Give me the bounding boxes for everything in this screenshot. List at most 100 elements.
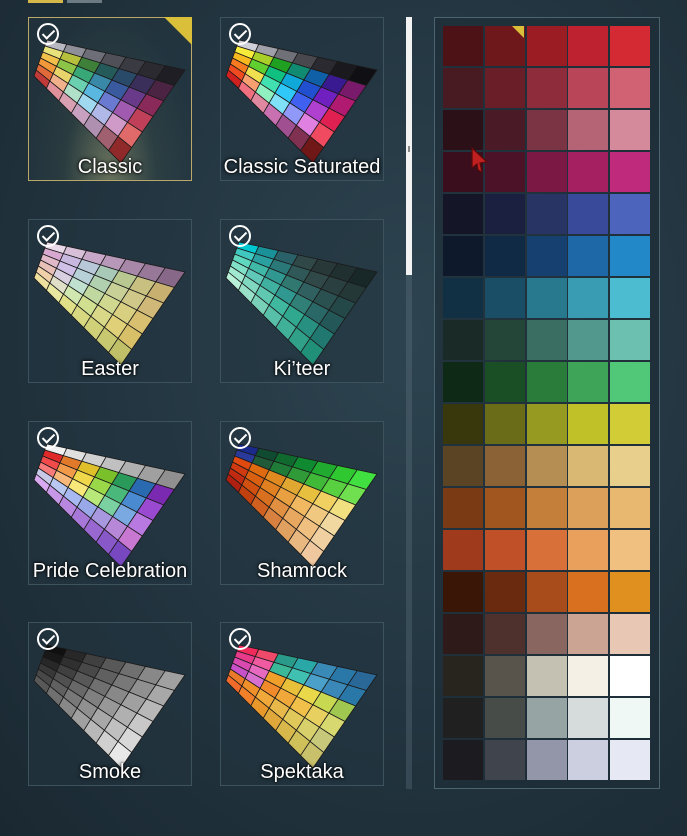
color-swatch[interactable] [443,488,483,528]
color-swatch[interactable] [526,404,567,444]
color-swatch[interactable] [443,320,483,360]
color-swatch[interactable] [568,152,609,192]
color-swatch[interactable] [568,110,609,150]
color-swatch[interactable] [568,740,609,780]
color-swatch[interactable] [610,68,651,108]
color-swatch[interactable] [443,194,483,234]
color-swatch[interactable] [610,656,651,696]
color-swatch[interactable] [610,698,651,738]
color-swatch[interactable] [610,278,651,318]
color-swatch[interactable] [443,698,483,738]
palette-tile-smoke[interactable]: Smoke [28,622,192,786]
palette-tile-pride-celebration[interactable]: Pride Celebration [28,421,192,585]
color-swatch[interactable] [610,110,651,150]
color-swatch[interactable] [526,278,567,318]
color-swatch[interactable] [610,194,651,234]
color-swatch[interactable] [610,26,651,66]
color-swatch[interactable] [443,656,483,696]
color-swatch[interactable] [484,446,525,486]
color-swatch[interactable] [526,446,567,486]
color-swatch[interactable] [568,698,609,738]
color-swatch[interactable] [568,404,609,444]
color-swatch[interactable] [443,572,483,612]
color-swatch[interactable] [484,194,525,234]
owned-check-icon [37,225,59,247]
color-swatch[interactable] [484,278,525,318]
color-swatch[interactable] [484,614,525,654]
color-swatch[interactable] [526,320,567,360]
color-swatch[interactable] [568,278,609,318]
color-swatch[interactable] [484,404,525,444]
top-tab-1[interactable] [28,0,63,3]
color-swatch[interactable] [610,236,651,276]
top-tab-2[interactable] [67,0,102,3]
color-swatch[interactable] [526,740,567,780]
palette-tile-easter[interactable]: Easter [28,219,192,383]
palette-tile-ki-teer[interactable]: Ki’teer [220,219,384,383]
color-swatch[interactable] [568,446,609,486]
color-swatch[interactable] [526,110,567,150]
color-swatch[interactable] [484,236,525,276]
color-swatch[interactable] [568,488,609,528]
color-swatch[interactable] [484,530,525,570]
color-swatch[interactable] [610,446,651,486]
color-swatch[interactable] [526,698,567,738]
color-swatch[interactable] [443,362,483,402]
color-swatch[interactable] [610,530,651,570]
color-swatch[interactable] [484,320,525,360]
color-swatch[interactable] [568,194,609,234]
color-swatch[interactable] [610,362,651,402]
color-swatch[interactable] [526,194,567,234]
color-swatch[interactable] [484,152,525,192]
color-swatch[interactable] [484,68,525,108]
color-swatch[interactable] [568,530,609,570]
color-swatch[interactable] [526,362,567,402]
color-swatch[interactable] [484,488,525,528]
color-swatch[interactable] [568,614,609,654]
color-swatch[interactable] [526,530,567,570]
color-swatch[interactable] [610,152,651,192]
color-swatch[interactable] [484,698,525,738]
color-swatch[interactable] [568,362,609,402]
color-swatch[interactable] [610,404,651,444]
palette-tile-spektaka[interactable]: Spektaka [220,622,384,786]
color-swatch[interactable] [443,68,483,108]
color-swatch[interactable] [443,614,483,654]
color-swatch[interactable] [484,572,525,612]
color-swatch[interactable] [568,656,609,696]
color-swatch[interactable] [443,26,483,66]
color-swatch[interactable] [526,152,567,192]
color-swatch[interactable] [610,488,651,528]
owned-check-icon [37,628,59,650]
color-swatch[interactable] [484,740,525,780]
color-swatch[interactable] [568,26,609,66]
color-swatch[interactable] [526,68,567,108]
palette-tile-classic[interactable]: Classic [28,17,192,181]
palette-tile-shamrock[interactable]: Shamrock [220,421,384,585]
color-swatch[interactable] [610,320,651,360]
palette-tile-classic-saturated[interactable]: Classic Saturated [220,17,384,181]
color-swatch[interactable] [443,404,483,444]
color-swatch[interactable] [484,362,525,402]
color-swatch[interactable] [610,614,651,654]
color-swatch[interactable] [443,236,483,276]
color-swatch[interactable] [443,446,483,486]
color-swatch[interactable] [443,530,483,570]
color-swatch[interactable] [484,110,525,150]
color-swatch[interactable] [526,656,567,696]
color-swatch[interactable] [568,320,609,360]
color-swatch[interactable] [526,236,567,276]
color-swatch[interactable] [568,68,609,108]
color-swatch[interactable] [443,110,483,150]
color-swatch[interactable] [526,614,567,654]
color-swatch[interactable] [526,488,567,528]
color-swatch[interactable] [484,656,525,696]
color-swatch[interactable] [568,572,609,612]
color-swatch[interactable] [443,278,483,318]
color-swatch[interactable] [526,26,567,66]
color-swatch[interactable] [610,740,651,780]
color-swatch[interactable] [443,740,483,780]
color-swatch[interactable] [568,236,609,276]
color-swatch[interactable] [526,572,567,612]
color-swatch[interactable] [610,572,651,612]
